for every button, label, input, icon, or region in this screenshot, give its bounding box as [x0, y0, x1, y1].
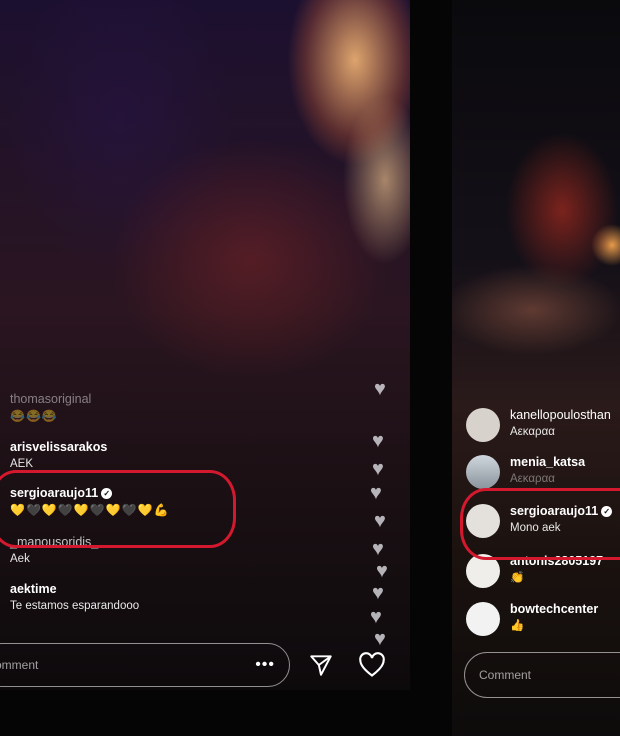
comment-username: thomasoriginal [10, 392, 92, 406]
heart-icon: ♥ [376, 560, 388, 582]
avatar[interactable] [466, 455, 500, 489]
panel-divider [410, 0, 452, 736]
comment-input-box[interactable]: ••• [0, 643, 290, 687]
heart-icon[interactable] [358, 652, 386, 678]
heart-icon: ♥ [374, 510, 386, 532]
comment-item: menia_katsa Aεκαραα [466, 455, 585, 489]
send-icon[interactable] [308, 652, 334, 678]
left-live-stream: thomasoriginal 😂😂😂 arisvelissarakos AEK … [0, 0, 410, 690]
heart-icon: ♥ [374, 378, 386, 400]
heart-icon: ♥ [370, 606, 382, 628]
avatar[interactable] [466, 408, 500, 442]
more-options-button[interactable]: ••• [255, 656, 275, 674]
comment-input[interactable] [465, 668, 620, 682]
comment-username[interactable]: aektime [10, 582, 139, 597]
comment-username[interactable]: arisvelissarakos [10, 440, 107, 455]
avatar[interactable] [466, 602, 500, 636]
heart-icon: ♥ [372, 538, 384, 560]
comment-text: Aεκαραα [510, 473, 555, 485]
comment-item: kanellopoulosthan Aεκαραα [466, 408, 611, 442]
heart-icon: ♥ [370, 482, 382, 504]
comment-item: thomasoriginal 😂😂😂 [0, 392, 91, 424]
bottom-bar [0, 690, 452, 736]
heart-icon: ♥ [374, 628, 386, 650]
comment-item: arisvelissarakos AEK [0, 440, 107, 472]
comment-text: Aek [10, 553, 30, 565]
highlight-circle [0, 470, 236, 548]
heart-icon: ♥ [372, 430, 384, 452]
comment-text: 👏 [510, 572, 525, 584]
comment-username[interactable]: menia_katsa [510, 455, 585, 470]
comment-input-box[interactable] [464, 652, 620, 698]
comment-text: Te estamos esparandooo [10, 600, 140, 612]
comment-username[interactable]: kanellopoulosthan [510, 408, 611, 423]
comment-item: bowtechcenter 👍 [466, 602, 598, 636]
comment-username[interactable]: bowtechcenter [510, 602, 598, 617]
comment-input[interactable] [0, 658, 256, 672]
heart-icon: ♥ [372, 582, 384, 604]
comment-item: aektime Te estamos esparandooo [0, 582, 139, 614]
floating-hearts: ♥ ♥ ♥ ♥ ♥ ♥ ♥ ♥ ♥ ♥ [360, 370, 410, 670]
comment-text: 👍 [510, 620, 525, 632]
heart-icon: ♥ [372, 458, 384, 480]
highlight-circle [460, 488, 620, 560]
right-live-stream: kanellopoulosthan Aεκαραα menia_katsa Aε… [452, 0, 620, 736]
comment-text: 😂😂😂 [10, 409, 58, 423]
comment-text: Aεκαραα [510, 426, 555, 438]
